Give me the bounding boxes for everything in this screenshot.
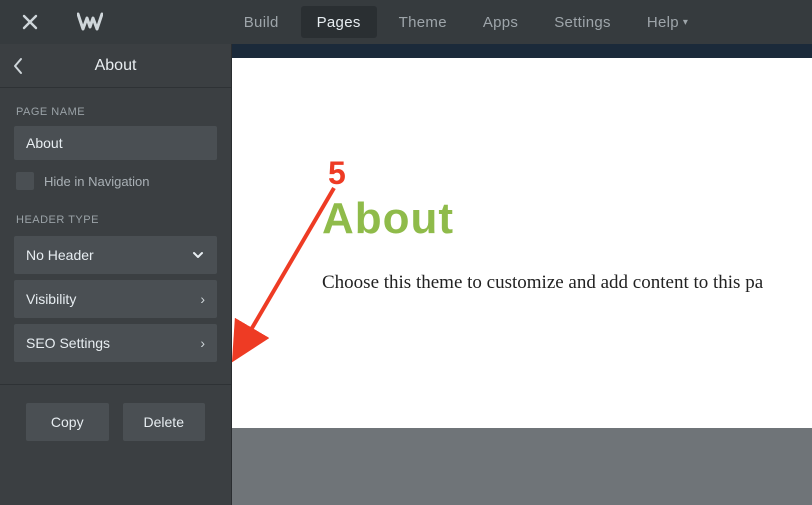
nav-tab-label: Build [244, 14, 279, 31]
nav-tab-pages[interactable]: Pages [301, 6, 377, 38]
page-body-text: Choose this theme to customize and add c… [322, 272, 772, 294]
button-label: Copy [51, 414, 84, 430]
button-label: Delete [144, 414, 184, 430]
seo-settings-row[interactable]: SEO Settings › [14, 324, 217, 362]
row-label: Visibility [26, 291, 76, 307]
chevron-right-icon: › [200, 291, 205, 307]
weebly-logo [60, 0, 120, 44]
page-name-value: About [26, 135, 63, 151]
nav-tab-apps[interactable]: Apps [465, 0, 536, 44]
visibility-row[interactable]: Visibility › [14, 280, 217, 318]
nav-tab-build[interactable]: Build [226, 0, 297, 44]
nav-tab-label: Theme [399, 14, 447, 31]
nav-tab-help[interactable]: Help ▾ [629, 0, 706, 44]
page-canvas: About Choose this theme to customize and… [232, 44, 812, 505]
top-bar: Build Pages Theme Apps Settings Help ▾ [0, 0, 812, 44]
close-button[interactable] [0, 0, 60, 44]
nav-tab-settings[interactable]: Settings [536, 0, 629, 44]
chevron-down-icon [191, 248, 205, 262]
chevron-left-icon [12, 57, 24, 75]
panel-footer: Copy Delete [0, 384, 231, 441]
copy-button[interactable]: Copy [26, 403, 109, 441]
page-settings-panel: About PAGE NAME About Hide in Navigation… [0, 44, 232, 505]
canvas-top-strip [232, 44, 812, 58]
weebly-logo-icon [77, 12, 103, 32]
delete-button[interactable]: Delete [123, 403, 206, 441]
page-heading: About [322, 194, 772, 244]
panel-title: About [95, 57, 137, 75]
nav-tab-label: Apps [483, 14, 518, 31]
page-name-input[interactable]: About [14, 126, 217, 160]
row-label: SEO Settings [26, 335, 110, 351]
nav-tab-theme[interactable]: Theme [381, 0, 465, 44]
header-type-value: No Header [26, 247, 94, 263]
panel-header: About [0, 44, 231, 88]
hide-in-navigation-label: Hide in Navigation [44, 174, 150, 189]
nav-tab-label: Settings [554, 14, 611, 31]
chevron-right-icon: › [200, 335, 205, 351]
nav-tab-label: Pages [317, 14, 361, 31]
page-name-label: PAGE NAME [0, 88, 231, 126]
page-preview[interactable]: About Choose this theme to customize and… [232, 58, 812, 428]
hide-in-navigation-checkbox[interactable] [16, 172, 34, 190]
nav-tabs: Build Pages Theme Apps Settings Help ▾ [120, 0, 812, 44]
header-type-label: HEADER TYPE [0, 196, 231, 234]
nav-tab-label: Help [647, 14, 679, 31]
hide-in-navigation-row: Hide in Navigation [0, 160, 231, 196]
back-button[interactable] [12, 44, 24, 88]
caret-down-icon: ▾ [683, 17, 688, 28]
header-type-select[interactable]: No Header [14, 236, 217, 274]
close-icon [21, 13, 39, 31]
